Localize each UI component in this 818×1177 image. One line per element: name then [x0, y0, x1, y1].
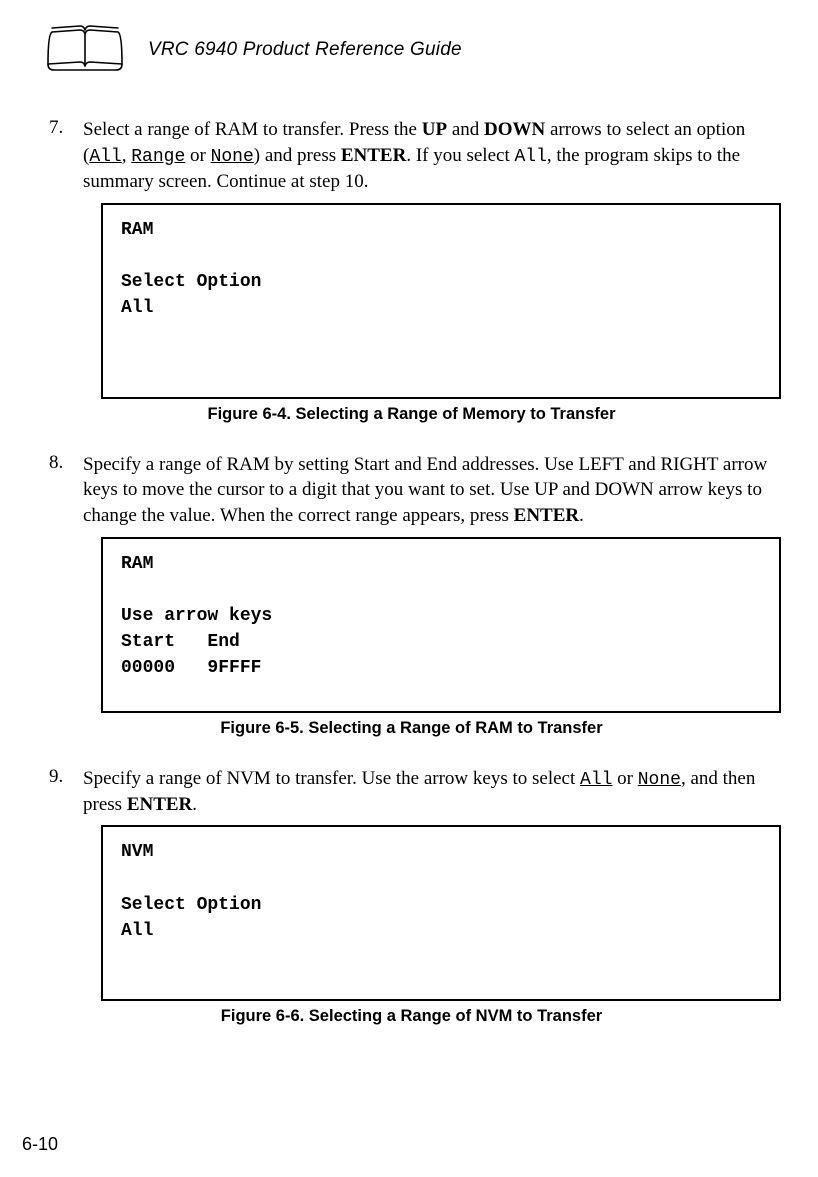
step-text: Select a range of RAM to transfer. Press… — [83, 117, 778, 195]
mono-text: All — [580, 770, 612, 790]
screen-box-ram-range: RAM Use arrow keys Start End 00000 9FFFF — [101, 537, 781, 713]
mono-text: None — [638, 770, 681, 790]
page-content: 7. Select a range of RAM to transfer. Pr… — [40, 117, 778, 1026]
bold-text: ENTER — [514, 505, 579, 526]
text: , — [122, 145, 132, 166]
text: or — [612, 768, 637, 789]
step-text: Specify a range of NVM to transfer. Use … — [83, 766, 778, 818]
mono-text: Range — [131, 147, 185, 167]
header-title: VRC 6940 Product Reference Guide — [148, 39, 462, 61]
step-text: Specify a range of RAM by setting Start … — [83, 452, 778, 529]
screen-box-nvm-select: NVM Select Option All — [101, 825, 781, 1001]
text: . — [192, 794, 197, 815]
bold-text: ENTER — [127, 794, 192, 815]
mono-text: All — [89, 147, 121, 167]
text: . If you select — [406, 145, 514, 166]
bold-text: UP — [422, 119, 447, 140]
page-number: 6-10 — [22, 1134, 58, 1155]
text: Specify a range of NVM to transfer. Use … — [83, 768, 580, 789]
bold-text: ENTER — [341, 145, 406, 166]
screen-box-ram-select: RAM Select Option All — [101, 203, 781, 399]
figure-caption-6-4: Figure 6-4. Selecting a Range of Memory … — [45, 405, 778, 424]
step-9: 9. Specify a range of NVM to transfer. U… — [45, 766, 778, 818]
book-icon — [40, 20, 130, 79]
figure-caption-6-6: Figure 6-6. Selecting a Range of NVM to … — [45, 1007, 778, 1026]
step-8: 8. Specify a range of RAM by setting Sta… — [45, 452, 778, 529]
figure-caption-6-5: Figure 6-5. Selecting a Range of RAM to … — [45, 719, 778, 738]
document-page: VRC 6940 Product Reference Guide 7. Sele… — [0, 0, 818, 1177]
text: and — [447, 119, 484, 140]
text: Select a range of RAM to transfer. Press… — [83, 119, 422, 140]
text: ) and press — [254, 145, 341, 166]
page-header: VRC 6940 Product Reference Guide — [40, 20, 778, 79]
bold-text: DOWN — [484, 119, 545, 140]
mono-text: None — [211, 147, 254, 167]
text: or — [185, 145, 210, 166]
step-number: 7. — [45, 117, 83, 195]
step-number: 8. — [45, 452, 83, 529]
mono-text: All — [514, 147, 546, 167]
text: . — [579, 505, 584, 526]
step-number: 9. — [45, 766, 83, 818]
step-7: 7. Select a range of RAM to transfer. Pr… — [45, 117, 778, 195]
text: Specify a range of RAM by setting Start … — [83, 454, 767, 526]
